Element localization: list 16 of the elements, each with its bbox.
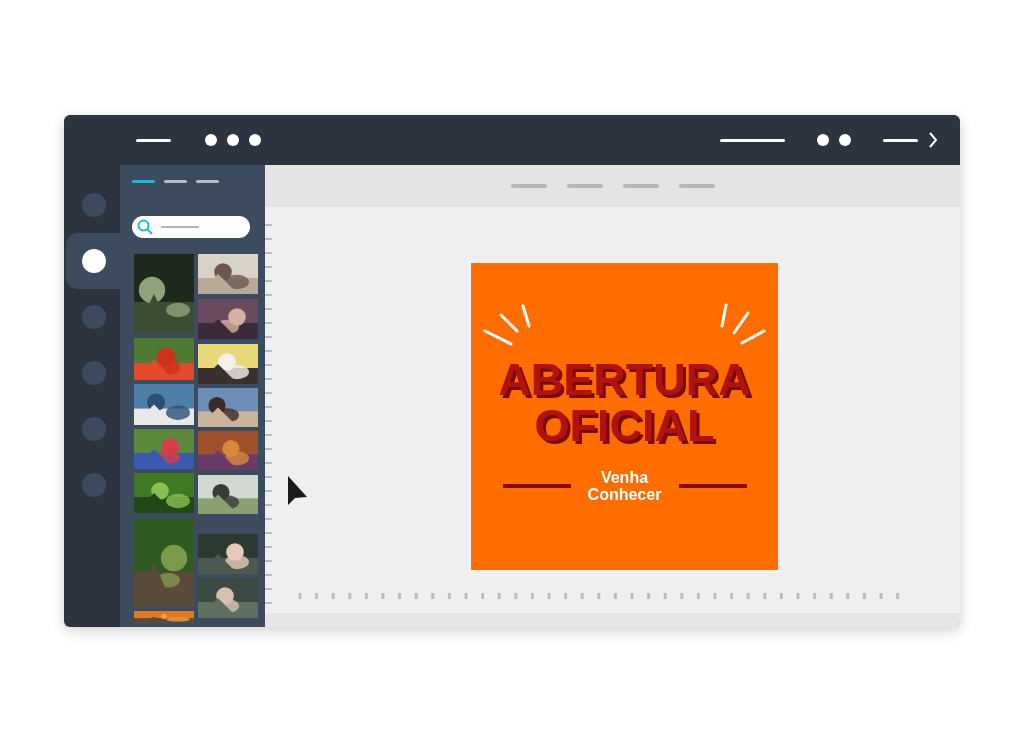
sidebar-item[interactable]	[66, 233, 120, 289]
design-card[interactable]: ABERTURA OFICIAL Venha Conhecer	[471, 263, 778, 570]
headline: OFICIAL	[534, 403, 715, 449]
subtitle: Venha Conhecer	[586, 469, 663, 503]
window-dot[interactable]	[249, 134, 261, 146]
window-dot[interactable]	[205, 134, 217, 146]
title-bar-line	[883, 138, 918, 142]
title-bar-line	[720, 138, 785, 142]
search-icon	[137, 219, 153, 235]
window-dot[interactable]	[839, 134, 851, 146]
title-bar-line	[136, 138, 171, 142]
window-dot[interactable]	[227, 134, 239, 146]
search-field[interactable]	[132, 216, 250, 238]
headline: ABERTURA	[498, 357, 751, 403]
window-dot[interactable]	[817, 134, 829, 146]
chevron-right-icon[interactable]	[928, 131, 938, 149]
